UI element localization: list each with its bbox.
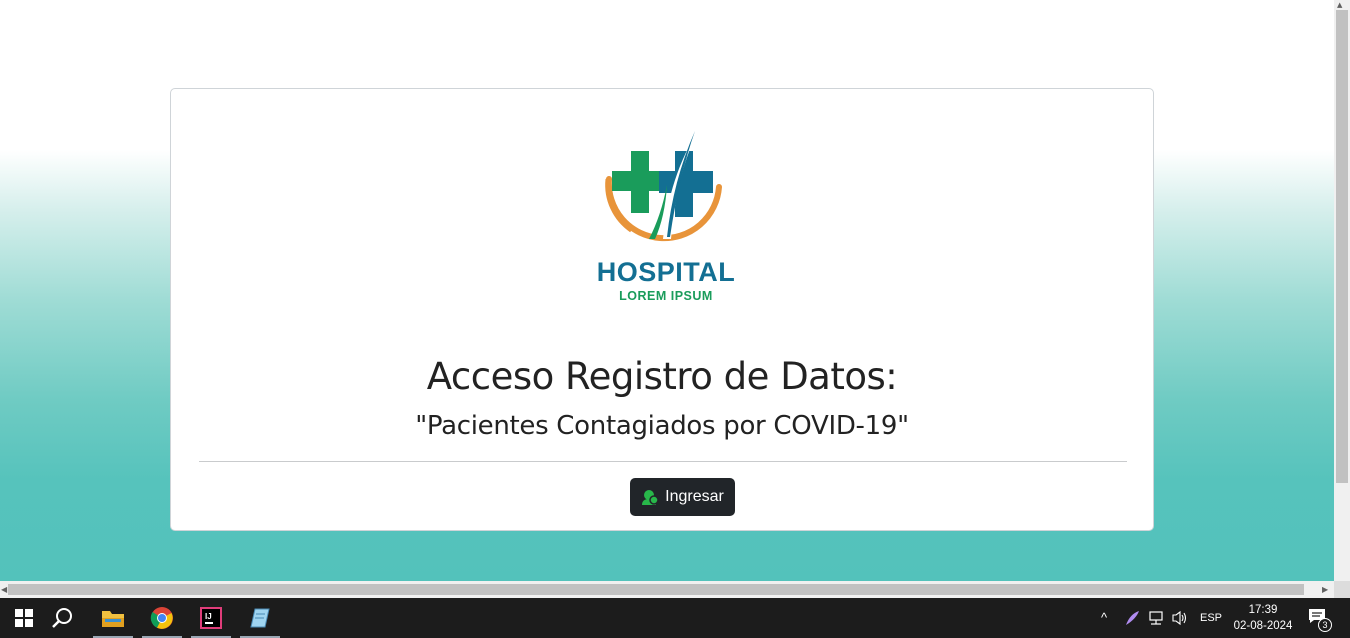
scroll-up-icon[interactable]: ▲ <box>1337 1 1342 9</box>
ingresar-button[interactable]: Ingresar <box>630 478 735 516</box>
browser-viewport: HOSPITAL LOREM IPSUM Acceso Registro de … <box>0 0 1334 581</box>
search-button[interactable] <box>39 598 87 638</box>
clock-time: 17:39 <box>1248 604 1278 616</box>
search-icon <box>52 608 72 628</box>
page-title: Acceso Registro de Datos: <box>426 355 898 398</box>
tray-overflow-icon[interactable]: ^ <box>1101 610 1107 625</box>
divider <box>199 461 1127 462</box>
svg-text:IJ: IJ <box>205 612 212 621</box>
chrome-icon <box>150 607 173 629</box>
network-icon[interactable] <box>1147 610 1165 626</box>
hospital-logo-icon <box>605 129 722 242</box>
login-card: HOSPITAL LOREM IPSUM Acceso Registro de … <box>170 88 1154 531</box>
taskbar: IJ ^ ESP 17:39 02-08-2024 3 <box>0 598 1350 638</box>
language-indicator[interactable]: ESP <box>1200 612 1222 624</box>
notification-center-button[interactable]: 3 <box>1308 608 1334 632</box>
intellij-icon: IJ <box>200 607 222 629</box>
ingresar-label: Ingresar <box>665 488 724 505</box>
taskbar-file-explorer[interactable] <box>89 598 137 638</box>
page-subtitle: "Pacientes Contagiados por COVID-19" <box>415 411 909 441</box>
vertical-scroll-thumb[interactable] <box>1336 10 1348 483</box>
notification-count-badge: 3 <box>1318 618 1332 632</box>
volume-icon[interactable] <box>1171 610 1189 626</box>
file-explorer-icon <box>102 611 124 627</box>
vertical-scrollbar[interactable]: ▲ <box>1334 0 1350 581</box>
logo-wordmark: HOSPITAL <box>596 257 736 287</box>
user-circle-icon <box>642 490 659 505</box>
taskbar-intellij[interactable]: IJ <box>187 598 235 638</box>
feather-icon[interactable] <box>1124 610 1140 626</box>
horizontal-scroll-thumb[interactable] <box>8 584 1304 595</box>
scrollbar-corner <box>1334 581 1350 598</box>
taskbar-chrome[interactable] <box>138 598 186 638</box>
hospital-logo: HOSPITAL LOREM IPSUM <box>581 121 751 311</box>
scroll-right-icon[interactable]: ▶ <box>1322 584 1328 595</box>
clock-date: 02-08-2024 <box>1233 620 1293 632</box>
taskbar-notepad[interactable] <box>236 598 284 638</box>
notepad-icon <box>250 608 270 628</box>
windows-start-icon <box>15 609 33 627</box>
clock[interactable]: 17:39 02-08-2024 <box>1226 602 1300 634</box>
scroll-left-icon[interactable]: ◀ <box>1 584 7 595</box>
logo-subtitle: LOREM IPSUM <box>619 289 713 303</box>
horizontal-scrollbar[interactable]: ◀ ▶ <box>0 581 1334 598</box>
